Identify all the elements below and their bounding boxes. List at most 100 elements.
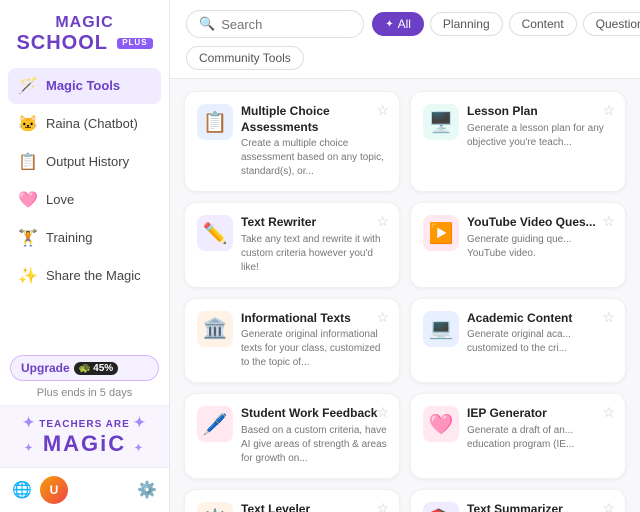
sidebar-item-share-magic[interactable]: ✨ Share the Magic [8, 258, 161, 294]
tool-title-text-rewriter: Text Rewriter [241, 215, 387, 231]
tool-icon-student-feedback: 🖊️ [197, 406, 233, 442]
filter-tabs: ✦ AllPlanningContentQuestions [372, 12, 640, 36]
tool-header-informational-texts: 🏛️ Informational Texts Generate original… [197, 311, 387, 371]
sidebar-item-magic-tools[interactable]: 🪄 Magic Tools [8, 68, 161, 104]
star-button-text-leveler[interactable]: ☆ [376, 500, 389, 512]
translate-icon[interactable]: 🌐 [12, 480, 32, 500]
tool-header-youtube-video: ▶️ YouTube Video Ques... Generate guidin… [423, 215, 613, 261]
tool-card-iep-generator[interactable]: ☆ 🩷 IEP Generator Generate a draft of an… [410, 393, 626, 479]
nav-icon-training: 🏋️ [18, 228, 38, 248]
tool-icon-informational-texts: 🏛️ [197, 311, 233, 347]
tool-header-student-feedback: 🖊️ Student Work Feedback Based on a cust… [197, 406, 387, 466]
nav-icon-raina: 🐱 [18, 114, 38, 134]
nav-icon-love: 🩷 [18, 190, 38, 210]
tool-title-student-feedback: Student Work Feedback [241, 406, 387, 422]
tool-header-text-leveler: ⚖️ Text Leveler Take any text and adapt … [197, 502, 387, 512]
tool-desc-iep-generator: Generate a draft of an... education prog… [467, 424, 613, 452]
star-button-iep-generator[interactable]: ☆ [602, 404, 615, 421]
tool-header-text-summarizer: 📚 Text Summarizer Take any text and sum.… [423, 502, 613, 512]
teachers-are-label: ✦ TEACHERS ARE ✦ [10, 414, 159, 431]
tool-card-youtube-video[interactable]: ☆ ▶️ YouTube Video Ques... Generate guid… [410, 202, 626, 288]
tool-desc-text-rewriter: Take any text and rewrite it with custom… [241, 233, 387, 275]
star-button-lesson-plan[interactable]: ☆ [602, 102, 615, 119]
star-button-multiple-choice[interactable]: ☆ [376, 102, 389, 119]
sparkle-icon: ✦ [385, 19, 393, 30]
tool-card-multiple-choice[interactable]: ☆ 📋 Multiple Choice Assessments Create a… [184, 91, 400, 192]
avatar: U [40, 476, 68, 504]
sidebar: MAGIC SCHOOL PLUS 🪄 Magic Tools 🐱 Raina … [0, 0, 170, 512]
tool-icon-youtube-video: ▶️ [423, 215, 459, 251]
sidebar-item-raina[interactable]: 🐱 Raina (Chatbot) [8, 106, 161, 142]
nav-label-love: Love [46, 192, 74, 207]
logo: MAGIC SCHOOL PLUS [16, 14, 152, 54]
search-input[interactable] [221, 17, 351, 32]
sidebar-item-output-history[interactable]: 📋 Output History [8, 144, 161, 180]
tool-title-lesson-plan: Lesson Plan [467, 104, 613, 120]
filter-tab-content[interactable]: Content [509, 12, 577, 36]
tool-title-iep-generator: IEP Generator [467, 406, 613, 422]
tool-card-academic-content[interactable]: ☆ 💻 Academic Content Generate original a… [410, 298, 626, 384]
search-box[interactable]: 🔍 [186, 10, 364, 38]
tool-title-text-summarizer: Text Summarizer [467, 502, 613, 512]
community-tools-badge[interactable]: Community Tools [186, 46, 304, 70]
filter-tab-planning[interactable]: Planning [430, 12, 503, 36]
nav-icon-share-magic: ✨ [18, 266, 38, 286]
filter-tab-questions[interactable]: Questions [583, 12, 640, 36]
tool-desc-youtube-video: Generate guiding que... YouTube video. [467, 233, 613, 261]
tool-desc-multiple-choice: Create a multiple choice assessment base… [241, 137, 387, 179]
star-button-informational-texts[interactable]: ☆ [376, 309, 389, 326]
tool-desc-informational-texts: Generate original informational texts fo… [241, 328, 387, 370]
tool-header-iep-generator: 🩷 IEP Generator Generate a draft of an..… [423, 406, 613, 452]
tool-desc-student-feedback: Based on a custom criteria, have AI give… [241, 424, 387, 466]
top-bar: 🔍 ✦ AllPlanningContentQuestions Communit… [170, 0, 640, 79]
star-button-text-summarizer[interactable]: ☆ [602, 500, 615, 512]
logo-plus: PLUS [117, 38, 152, 49]
tool-card-lesson-plan[interactable]: ☆ 🖥️ Lesson Plan Generate a lesson plan … [410, 91, 626, 192]
sidebar-bottom: 🌐 U ⚙️ [0, 467, 169, 512]
tool-card-text-rewriter[interactable]: ☆ ✏️ Text Rewriter Take any text and rew… [184, 202, 400, 288]
tool-title-youtube-video: YouTube Video Ques... [467, 215, 613, 231]
tool-card-student-feedback[interactable]: ☆ 🖊️ Student Work Feedback Based on a cu… [184, 393, 400, 479]
sidebar-item-love[interactable]: 🩷 Love [8, 182, 161, 218]
gear-icon[interactable]: ⚙️ [137, 480, 157, 500]
magic-big-label: ✦ MAGiC ✦ [10, 431, 159, 457]
tool-title-academic-content: Academic Content [467, 311, 613, 327]
tool-icon-iep-generator: 🩷 [423, 406, 459, 442]
filter-tab-all[interactable]: ✦ All [372, 12, 424, 36]
nav-label-training: Training [46, 230, 92, 245]
tool-card-text-summarizer[interactable]: ☆ 📚 Text Summarizer Take any text and su… [410, 489, 626, 512]
tool-title-multiple-choice: Multiple Choice Assessments [241, 104, 387, 135]
nav-label-raina: Raina (Chatbot) [46, 116, 138, 131]
logo-magic: MAGIC [16, 14, 152, 32]
star-button-academic-content[interactable]: ☆ [602, 309, 615, 326]
nav-label-output-history: Output History [46, 154, 129, 169]
upgrade-button[interactable]: Upgrade 🐢 45% [10, 355, 159, 381]
tool-card-informational-texts[interactable]: ☆ 🏛️ Informational Texts Generate origin… [184, 298, 400, 384]
star-button-text-rewriter[interactable]: ☆ [376, 213, 389, 230]
logo-school: SCHOOL PLUS [16, 32, 152, 54]
tool-header-multiple-choice: 📋 Multiple Choice Assessments Create a m… [197, 104, 387, 179]
tool-icon-text-summarizer: 📚 [423, 502, 459, 512]
sidebar-item-training[interactable]: 🏋️ Training [8, 220, 161, 256]
tool-icon-text-leveler: ⚖️ [197, 502, 233, 512]
nav-label-share-magic: Share the Magic [46, 268, 141, 283]
upgrade-pct: 🐢 45% [74, 362, 118, 375]
tool-desc-academic-content: Generate original aca... customized to t… [467, 328, 613, 356]
tool-card-text-leveler[interactable]: ☆ ⚖️ Text Leveler Take any text and adap… [184, 489, 400, 512]
tool-header-text-rewriter: ✏️ Text Rewriter Take any text and rewri… [197, 215, 387, 275]
nav-icon-magic-tools: 🪄 [18, 76, 38, 96]
star-button-youtube-video[interactable]: ☆ [602, 213, 615, 230]
tool-title-informational-texts: Informational Texts [241, 311, 387, 327]
tool-icon-lesson-plan: 🖥️ [423, 104, 459, 140]
tools-grid: ☆ 📋 Multiple Choice Assessments Create a… [170, 79, 640, 512]
tool-header-lesson-plan: 🖥️ Lesson Plan Generate a lesson plan fo… [423, 104, 613, 150]
nav-icon-output-history: 📋 [18, 152, 38, 172]
star-button-student-feedback[interactable]: ☆ [376, 404, 389, 421]
tool-header-academic-content: 💻 Academic Content Generate original aca… [423, 311, 613, 357]
tool-title-text-leveler: Text Leveler [241, 502, 387, 512]
plus-ends-label: Plus ends in 5 days [0, 383, 169, 405]
teachers-magic-banner: ✦ TEACHERS ARE ✦ ✦ MAGiC ✦ [0, 405, 169, 467]
tool-icon-academic-content: 💻 [423, 311, 459, 347]
tool-icon-text-rewriter: ✏️ [197, 215, 233, 251]
search-filter-row: 🔍 ✦ AllPlanningContentQuestions [186, 10, 624, 38]
